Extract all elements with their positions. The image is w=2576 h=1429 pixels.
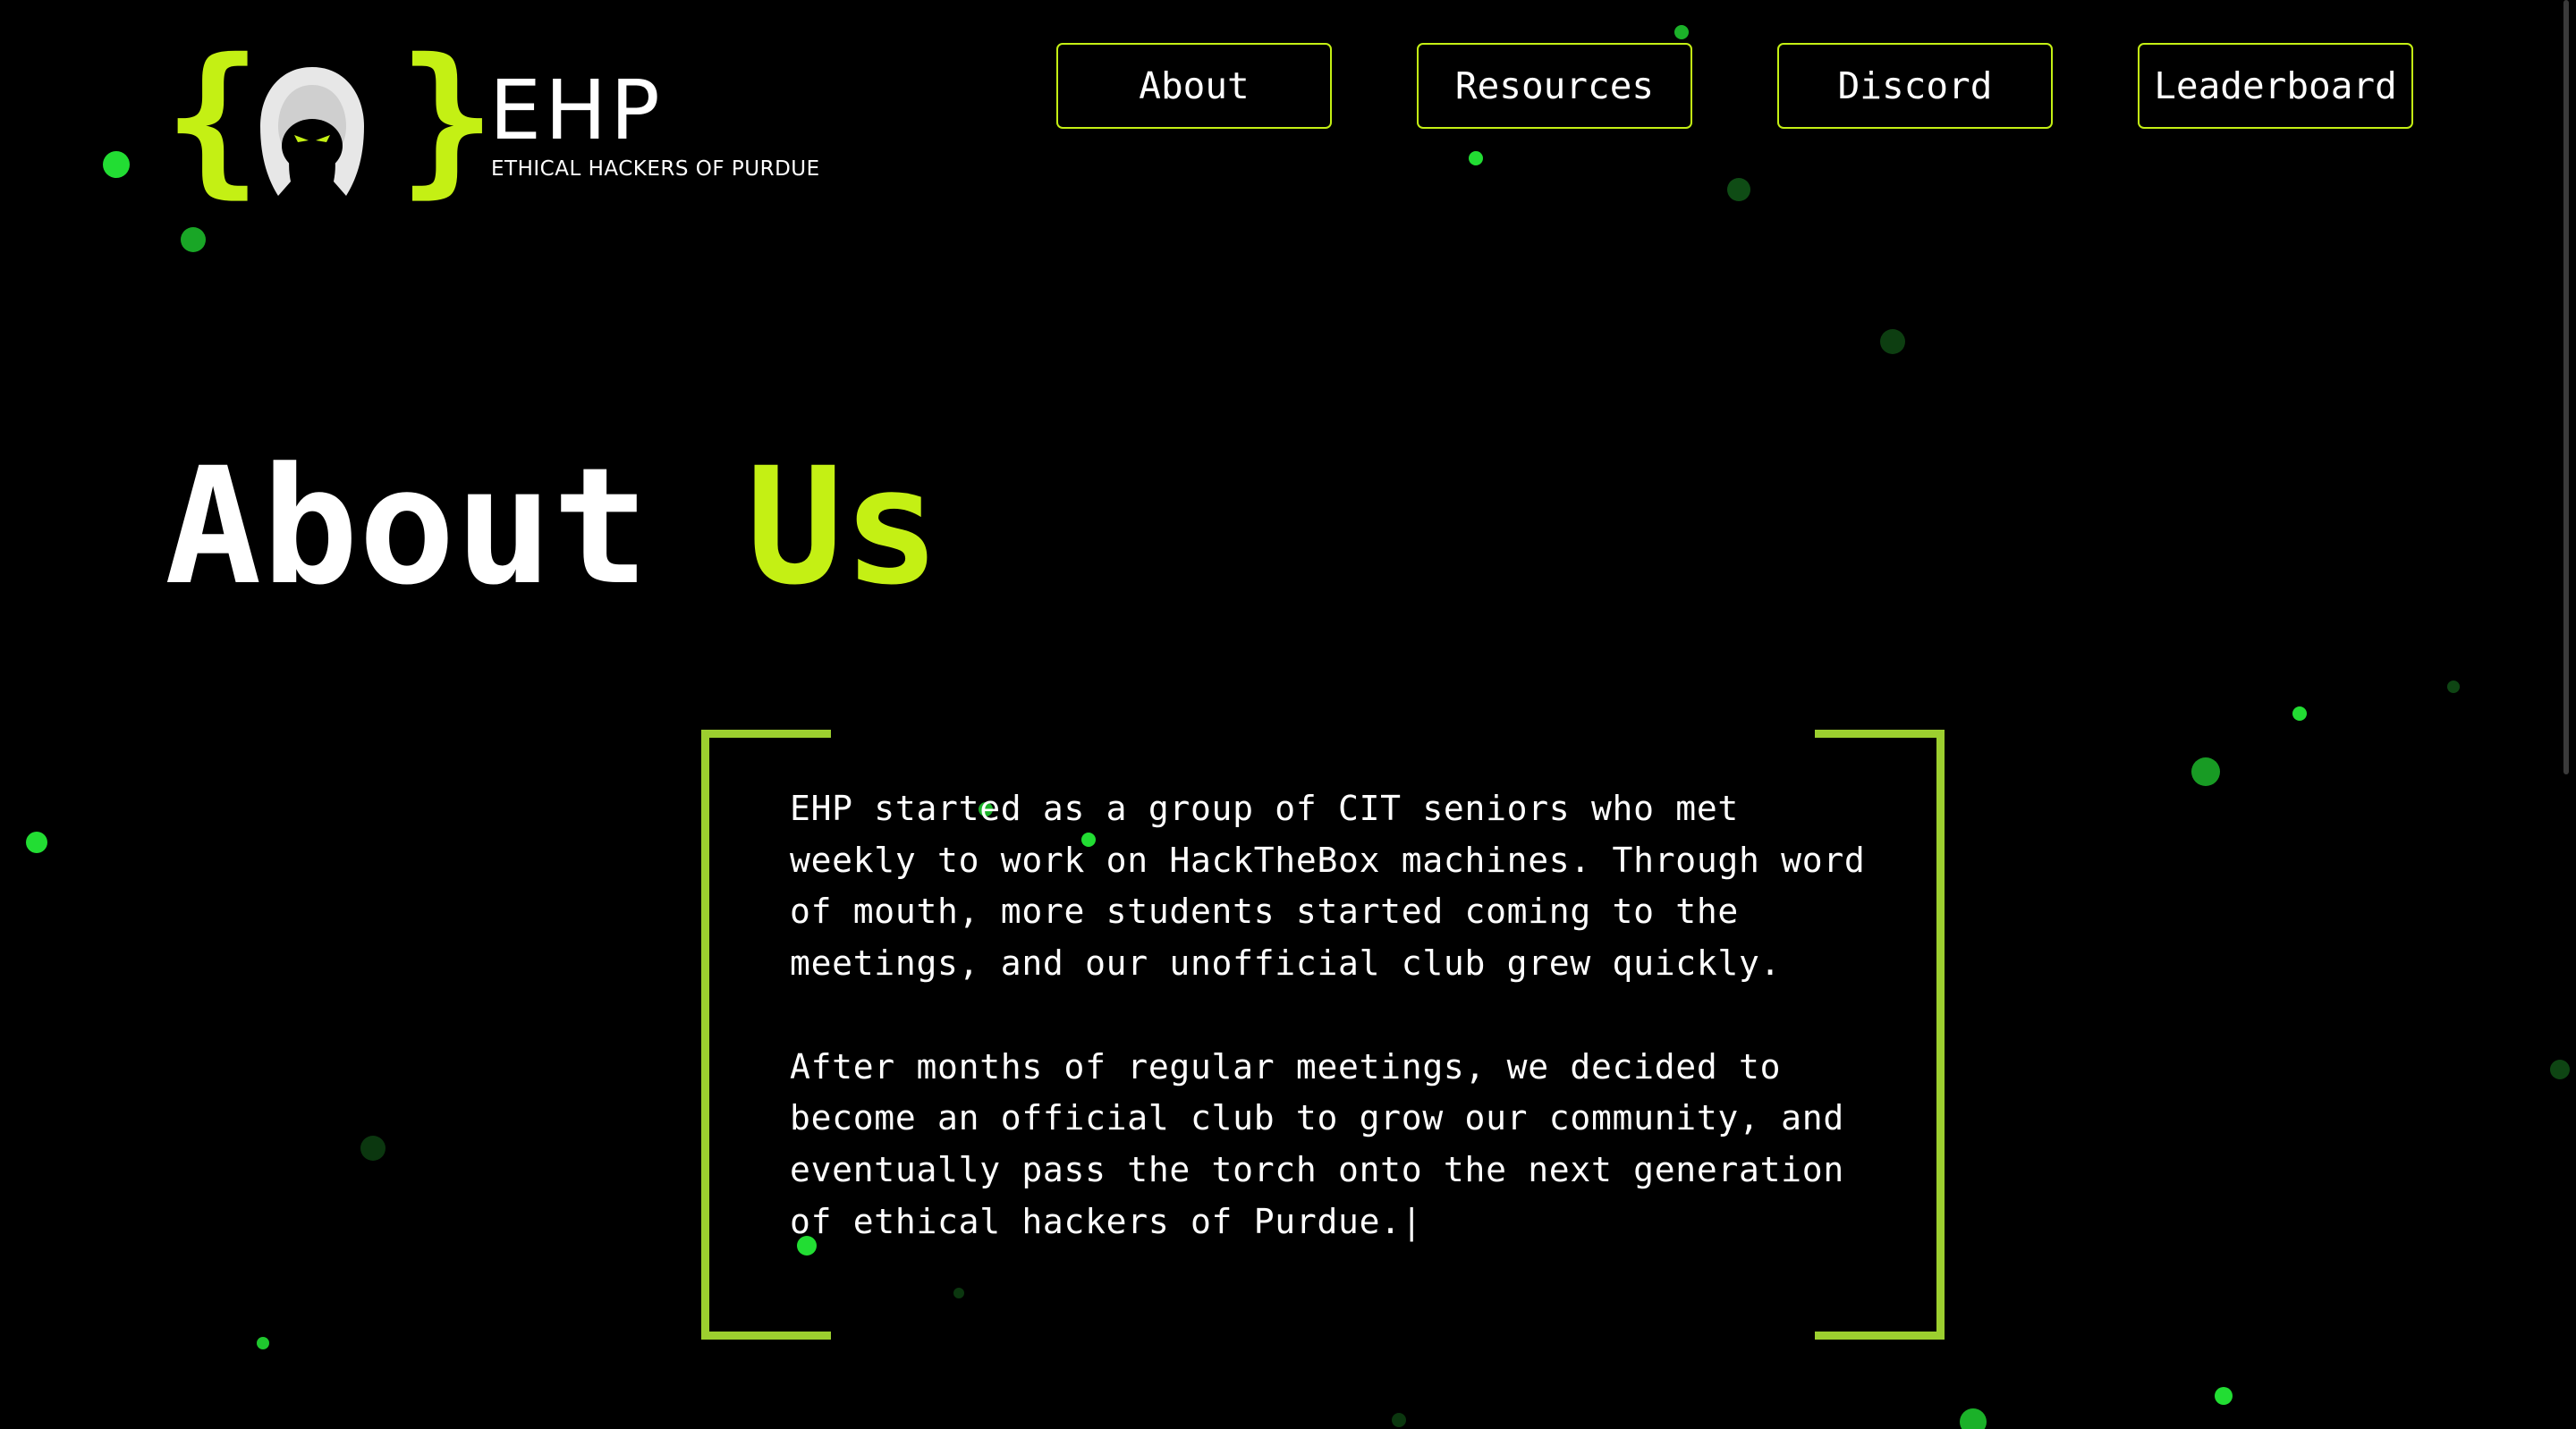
particle-dot xyxy=(103,151,130,178)
particle-dot xyxy=(257,1337,269,1349)
logo-tagline: ETHICAL HACKERS OF PURDUE xyxy=(491,157,820,181)
page-title: About Us xyxy=(165,429,940,626)
nav-resources-button[interactable]: Resources xyxy=(1417,43,1692,129)
particle-dot xyxy=(1469,151,1483,165)
typing-cursor: | xyxy=(1401,1201,1423,1241)
particle-dot xyxy=(2447,681,2460,693)
about-text: EHP started as a group of CIT seniors wh… xyxy=(790,783,1872,1247)
particle-dot xyxy=(1960,1408,1987,1429)
nav-leaderboard-button[interactable]: Leaderboard xyxy=(2138,43,2413,129)
particle-dot xyxy=(360,1136,386,1161)
page-title-main: About xyxy=(165,434,747,621)
about-paragraph-2: After months of regular meetings, we dec… xyxy=(790,1042,1872,1248)
page-title-accent: Us xyxy=(746,434,940,621)
about-section: EHP started as a group of CIT seniors wh… xyxy=(701,730,1945,1340)
nav-discord-button[interactable]: Discord xyxy=(1777,43,2053,129)
particle-dot xyxy=(2550,1060,2570,1079)
particle-dot xyxy=(26,832,47,853)
particle-dot xyxy=(1674,25,1689,39)
page-scrollbar[interactable] xyxy=(2563,0,2569,774)
particle-dot xyxy=(181,227,206,252)
particle-dot xyxy=(1880,329,1905,354)
particle-dot xyxy=(2215,1387,2233,1405)
particle-dot xyxy=(1392,1413,1406,1427)
particle-dot xyxy=(1727,178,1750,201)
nav-about-button[interactable]: About xyxy=(1056,43,1332,129)
particle-dot xyxy=(2191,757,2220,786)
top-nav: About Resources Discord Leaderboard xyxy=(0,43,2576,129)
about-paragraph-1: EHP started as a group of CIT seniors wh… xyxy=(790,789,1866,984)
about-paragraph-2-text: After months of regular meetings, we dec… xyxy=(790,1046,1844,1241)
particle-dot xyxy=(2292,706,2307,721)
